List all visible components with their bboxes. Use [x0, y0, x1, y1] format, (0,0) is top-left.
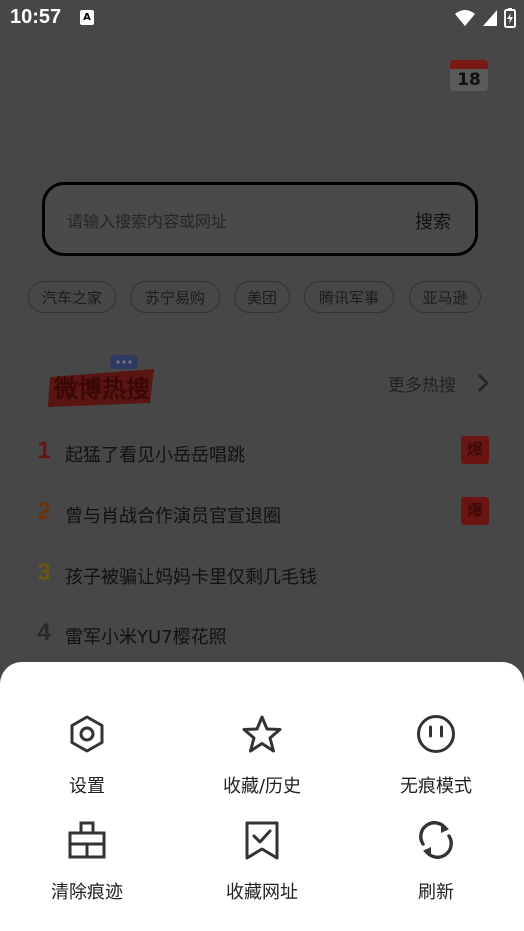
bookmark-url-menu-item[interactable]: 收藏网址 — [192, 820, 332, 920]
wifi-icon — [455, 10, 475, 26]
menu-label: 设置 — [69, 776, 105, 797]
hot-title: 起猛了看见小岳岳唱跳 — [65, 445, 245, 466]
hot-search-item[interactable]: 1 起猛了看见小岳岳唱跳 爆 — [34, 433, 494, 473]
hot-title: 孩子被骗让妈妈卡里仅剩几毛钱 — [65, 567, 317, 588]
menu-label: 收藏网址 — [226, 882, 298, 903]
chevron-right-icon[interactable] — [476, 373, 490, 393]
quick-link-chip[interactable]: 亚马逊 — [409, 281, 481, 313]
settings-icon — [70, 715, 104, 753]
status-icons — [454, 8, 516, 28]
refresh-menu-item[interactable]: 刷新 — [366, 820, 506, 920]
incognito-face-icon — [417, 715, 455, 753]
hot-rank: 1 — [37, 437, 51, 464]
hot-rank: 3 — [37, 559, 51, 586]
hot-rank: 2 — [37, 498, 51, 525]
menu-label: 收藏/历史 — [222, 776, 302, 797]
signal-icon — [483, 10, 497, 26]
clear-traces-menu-item[interactable]: 清除痕迹 — [17, 820, 157, 920]
weibo-logo-text: 微博热搜 — [53, 375, 150, 403]
quick-links: 汽车之家 苏宁易购 美团 腾讯军事 亚马逊 — [28, 281, 508, 315]
quick-link-chip[interactable]: 苏宁易购 — [130, 281, 220, 313]
hot-badge: 爆 — [461, 497, 489, 525]
menu-label: 清除痕迹 — [51, 882, 123, 903]
menu-label: 无痕模式 — [400, 776, 472, 797]
star-icon — [242, 715, 282, 753]
hot-search-item[interactable]: 2 曾与肖战合作演员官宣退圈 爆 — [34, 494, 494, 534]
settings-menu-item[interactable]: 设置 — [17, 714, 157, 814]
weibo-hot-search-logo: 微博热搜 — [48, 355, 154, 407]
hot-badge: 爆 — [461, 436, 489, 464]
status-time: 10:57 — [10, 6, 62, 28]
hot-title: 雷军小米YU7樱花照 — [65, 627, 227, 648]
battery-icon — [504, 8, 516, 28]
hot-title: 曾与肖战合作演员官宣退圈 — [65, 506, 281, 527]
hot-rank: 4 — [37, 619, 51, 646]
clear-traces-icon — [68, 821, 106, 859]
favorites-history-menu-item[interactable]: 收藏/历史 — [192, 714, 332, 814]
search-input[interactable] — [65, 205, 369, 237]
menu-label: 刷新 — [418, 882, 454, 903]
quick-link-chip[interactable]: 美团 — [234, 281, 290, 313]
hot-search-item[interactable]: 4 雷军小米YU7樱花照 — [34, 615, 494, 655]
notification-a-icon: A — [80, 10, 94, 25]
incognito-menu-item[interactable]: 无痕模式 — [366, 714, 506, 814]
status-bar: 10:57 A — [0, 0, 524, 36]
calendar-icon[interactable]: 18 — [450, 56, 488, 92]
more-hot-search-link[interactable]: 更多热搜 — [388, 371, 456, 396]
bottom-sheet-menu: 设置 收藏/历史 无痕模式 清除痕迹 收藏网址 刷新 — [0, 662, 524, 931]
quick-link-chip[interactable]: 腾讯军事 — [304, 281, 394, 313]
search-button[interactable]: 搜索 — [409, 207, 457, 235]
refresh-icon — [419, 821, 453, 859]
bookmark-check-icon — [245, 821, 279, 860]
quick-link-chip[interactable]: 汽车之家 — [28, 281, 116, 313]
calendar-day: 18 — [450, 69, 488, 91]
search-box[interactable]: 搜索 — [42, 182, 478, 256]
hot-search-item[interactable]: 3 孩子被骗让妈妈卡里仅剩几毛钱 — [34, 555, 494, 595]
